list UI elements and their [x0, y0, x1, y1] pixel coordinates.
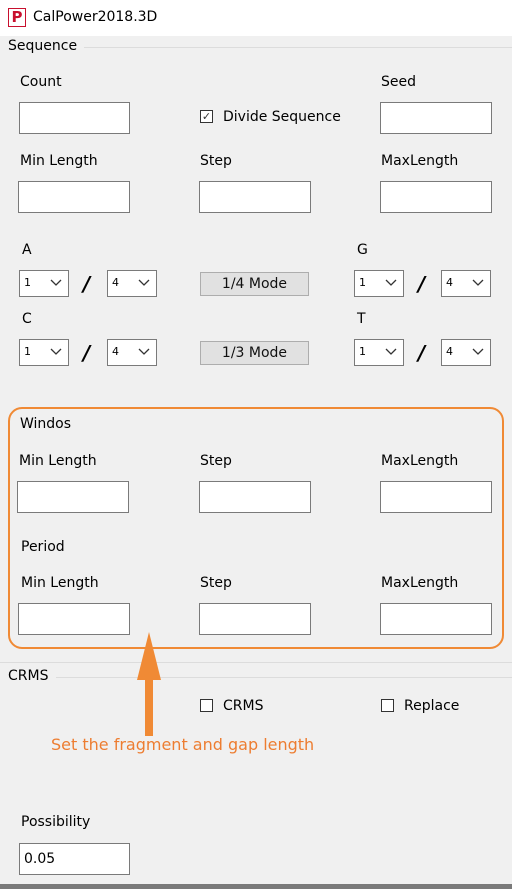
seed-label: Seed	[381, 74, 416, 90]
t-numerator-value: 1	[359, 345, 366, 358]
g-label: G	[357, 242, 368, 258]
windos-min-length-input[interactable]	[17, 481, 129, 513]
period-min-length-label: Min Length	[21, 575, 99, 591]
sequence-group-label: Sequence	[8, 38, 78, 54]
windos-step-input[interactable]	[199, 481, 311, 513]
annotation-text: Set the fragment and gap length	[51, 735, 315, 754]
crms-group-top-border	[0, 662, 512, 663]
title-bar[interactable]: P CalPower2018.3D	[0, 0, 512, 36]
g-fraction-slash: /	[418, 272, 426, 296]
chevron-down-icon	[138, 279, 150, 286]
step-input[interactable]	[199, 181, 311, 213]
chevron-down-icon	[385, 279, 397, 286]
crms-group-divider	[56, 677, 512, 678]
c-fraction-slash: /	[83, 341, 91, 365]
count-input[interactable]	[19, 102, 130, 134]
possibility-label: Possibility	[21, 814, 91, 830]
replace-checkbox[interactable]	[381, 699, 394, 712]
crms-group-label: CRMS	[8, 668, 49, 684]
chevron-down-icon	[50, 279, 62, 286]
step-label: Step	[200, 153, 232, 169]
t-denominator-select[interactable]: 4	[441, 339, 491, 366]
g-denominator-value: 4	[446, 276, 453, 289]
a-fraction-slash: /	[83, 272, 91, 296]
period-max-length-input[interactable]	[380, 603, 492, 635]
window-title: CalPower2018.3D	[33, 9, 158, 25]
windos-step-label: Step	[200, 453, 232, 469]
t-label: T	[357, 311, 366, 327]
windos-max-length-input[interactable]	[380, 481, 492, 513]
possibility-input[interactable]	[19, 843, 130, 875]
period-max-length-label: MaxLength	[381, 575, 459, 591]
divide-sequence-label: Divide Sequence	[223, 109, 341, 125]
t-denominator-value: 4	[446, 345, 453, 358]
divide-sequence-option[interactable]: ✓ Divide Sequence	[200, 109, 360, 127]
c-denominator-select[interactable]: 4	[107, 339, 157, 366]
period-step-input[interactable]	[199, 603, 311, 635]
min-length-input[interactable]	[18, 181, 130, 213]
t-numerator-select[interactable]: 1	[354, 339, 404, 366]
g-denominator-select[interactable]: 4	[441, 270, 491, 297]
chevron-down-icon	[472, 279, 484, 286]
crms-checkbox[interactable]	[200, 699, 213, 712]
period-label: Period	[21, 539, 65, 555]
a-numerator-value: 1	[24, 276, 31, 289]
min-length-label: Min Length	[20, 153, 98, 169]
c-label: C	[22, 311, 32, 327]
a-label: A	[22, 242, 32, 258]
period-min-length-input[interactable]	[18, 603, 130, 635]
g-numerator-select[interactable]: 1	[354, 270, 404, 297]
max-length-input[interactable]	[380, 181, 492, 213]
chevron-down-icon	[472, 348, 484, 355]
sequence-group-divider	[84, 47, 512, 48]
app-icon: P	[8, 8, 26, 27]
max-length-label: MaxLength	[381, 153, 459, 169]
arrow-up-icon	[137, 632, 161, 736]
quarter-mode-button[interactable]: 1/4 Mode	[200, 272, 309, 296]
chevron-down-icon	[138, 348, 150, 355]
crms-checkbox-label: CRMS	[223, 698, 264, 714]
crms-option[interactable]: CRMS	[200, 698, 290, 716]
chevron-down-icon	[50, 348, 62, 355]
t-fraction-slash: /	[418, 341, 426, 365]
c-denominator-value: 4	[112, 345, 119, 358]
period-step-label: Step	[200, 575, 232, 591]
windos-label: Windos	[20, 416, 72, 432]
seed-input[interactable]	[380, 102, 492, 134]
c-numerator-select[interactable]: 1	[19, 339, 69, 366]
a-denominator-select[interactable]: 4	[107, 270, 157, 297]
third-mode-button[interactable]: 1/3 Mode	[200, 341, 309, 365]
a-denominator-value: 4	[112, 276, 119, 289]
replace-checkbox-label: Replace	[404, 698, 460, 714]
replace-option[interactable]: Replace	[381, 698, 481, 716]
count-label: Count	[20, 74, 62, 90]
chevron-down-icon	[385, 348, 397, 355]
divide-sequence-checkbox[interactable]: ✓	[200, 110, 213, 123]
c-numerator-value: 1	[24, 345, 31, 358]
windos-max-length-label: MaxLength	[381, 453, 459, 469]
windos-min-length-label: Min Length	[19, 453, 97, 469]
g-numerator-value: 1	[359, 276, 366, 289]
bottom-edge	[0, 884, 512, 889]
a-numerator-select[interactable]: 1	[19, 270, 69, 297]
